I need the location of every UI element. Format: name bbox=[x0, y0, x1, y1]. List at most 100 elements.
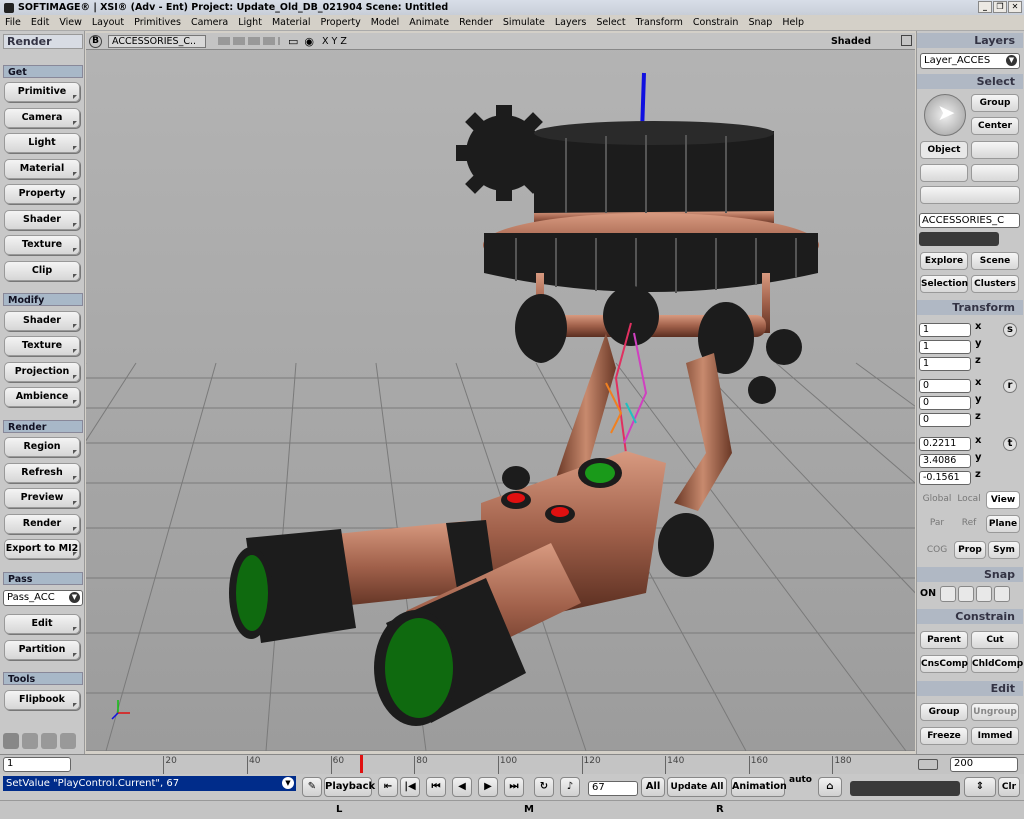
menu-property[interactable]: Property bbox=[316, 17, 366, 28]
snap-curve-icon[interactable] bbox=[958, 586, 974, 602]
view-options-icon[interactable] bbox=[218, 37, 280, 45]
scale-mode-icon[interactable]: s bbox=[1003, 323, 1017, 337]
light-button[interactable]: Light bbox=[4, 133, 80, 153]
cut-button[interactable]: Cut bbox=[971, 631, 1019, 649]
scale-x-field[interactable]: 1 bbox=[919, 323, 971, 337]
camera-letter[interactable]: B bbox=[89, 34, 102, 48]
loop-icon[interactable]: ↻ bbox=[534, 777, 554, 797]
preview-button[interactable]: Preview bbox=[4, 488, 80, 508]
current-frame-field[interactable]: 67 bbox=[588, 781, 638, 796]
timeline-end-field[interactable]: 200 bbox=[950, 757, 1018, 772]
simulate-toolbar-icon[interactable] bbox=[60, 733, 76, 749]
maximize-button[interactable]: ❐ bbox=[993, 1, 1007, 13]
select-filter-button[interactable] bbox=[920, 186, 1020, 204]
snap-grid-icon[interactable] bbox=[994, 586, 1010, 602]
rotate-x-field[interactable]: 0 bbox=[919, 379, 971, 393]
render-toolbar-icon[interactable] bbox=[41, 733, 57, 749]
menu-simulate[interactable]: Simulate bbox=[498, 17, 550, 28]
menu-select[interactable]: Select bbox=[591, 17, 630, 28]
menu-help[interactable]: Help bbox=[777, 17, 809, 28]
menu-material[interactable]: Material bbox=[267, 17, 316, 28]
timeline-range-icon[interactable] bbox=[918, 759, 938, 770]
shading-mode[interactable]: Shaded bbox=[831, 36, 871, 47]
maximize-view-icon[interactable] bbox=[901, 35, 912, 46]
snap-on-toggle[interactable]: ON bbox=[920, 588, 938, 599]
rotate-z-field[interactable]: 0 bbox=[919, 413, 971, 427]
step-back-icon[interactable]: ⏮ bbox=[426, 777, 446, 797]
projection-button[interactable]: Projection bbox=[4, 362, 80, 382]
ungroup-button[interactable]: Ungroup bbox=[971, 703, 1019, 721]
render-button[interactable]: Render bbox=[4, 514, 80, 534]
menu-camera[interactable]: Camera bbox=[186, 17, 233, 28]
translate-x-field[interactable]: 0.2211 bbox=[919, 437, 971, 451]
menu-transform[interactable]: Transform bbox=[631, 17, 688, 28]
menu-model[interactable]: Model bbox=[366, 17, 405, 28]
menu-snap[interactable]: Snap bbox=[743, 17, 777, 28]
play-backward-icon[interactable]: ◀ bbox=[452, 777, 472, 797]
chldcomp-button[interactable]: ChldComp bbox=[971, 655, 1023, 673]
toolbar-title[interactable]: Render bbox=[3, 34, 83, 49]
sym-button[interactable]: Sym bbox=[988, 541, 1020, 559]
clusters-button[interactable]: Clusters bbox=[971, 275, 1019, 293]
eye-icon[interactable]: ◉ bbox=[304, 35, 314, 48]
selection-button[interactable]: Selection bbox=[920, 275, 968, 293]
cnscomp-button[interactable]: CnsComp bbox=[920, 655, 968, 673]
par-ref-button[interactable]: Par bbox=[920, 518, 954, 528]
parent-button[interactable]: Parent bbox=[920, 631, 968, 649]
primitive-button[interactable]: Primitive bbox=[4, 82, 80, 102]
translate-y-field[interactable]: 3.4086 bbox=[919, 454, 971, 468]
camera-button[interactable]: Camera bbox=[4, 108, 80, 128]
translate-z-field[interactable]: -0.1561 bbox=[919, 471, 971, 485]
clr-button[interactable]: Clr bbox=[998, 777, 1020, 797]
rotate-y-field[interactable]: 0 bbox=[919, 396, 971, 410]
pass-edit-button[interactable]: Edit bbox=[4, 614, 80, 634]
minimize-button[interactable]: _ bbox=[978, 1, 992, 13]
all-button[interactable]: All bbox=[641, 777, 665, 797]
key-icon[interactable]: ⌂ bbox=[818, 777, 842, 797]
scale-z-field[interactable]: 1 bbox=[919, 357, 971, 371]
material-button[interactable]: Material bbox=[4, 159, 80, 179]
playback-button[interactable]: Playback bbox=[324, 777, 375, 797]
menu-view[interactable]: View bbox=[54, 17, 87, 28]
clip-button[interactable]: Clip bbox=[4, 261, 80, 281]
local-ref-button[interactable]: Local bbox=[954, 494, 984, 504]
menu-layout[interactable]: Layout bbox=[87, 17, 129, 28]
layer-select[interactable]: Layer_ACCES ▼ bbox=[920, 53, 1020, 69]
first-frame-icon[interactable]: ⇤ bbox=[378, 777, 398, 797]
timeline-playhead[interactable] bbox=[359, 755, 363, 773]
selection-name-field[interactable]: ACCESSORIES_C bbox=[919, 213, 1020, 228]
explore-button[interactable]: Explore bbox=[920, 252, 968, 270]
immed-button[interactable]: Immed bbox=[971, 727, 1019, 745]
refresh-button[interactable]: Refresh bbox=[4, 463, 80, 483]
close-button[interactable]: ✕ bbox=[1008, 1, 1022, 13]
timeline[interactable]: 1 20 40 60 80 100 120 140 160 180 200 bbox=[0, 754, 1024, 774]
timeline-start-field[interactable]: 1 bbox=[3, 757, 71, 772]
select-blank-button-3[interactable] bbox=[971, 164, 1019, 182]
menu-render[interactable]: Render bbox=[454, 17, 498, 28]
rotate-mode-icon[interactable]: r bbox=[1003, 379, 1017, 393]
selection-list-field[interactable] bbox=[919, 232, 999, 246]
script-editor-icon[interactable]: ✎ bbox=[302, 777, 322, 797]
command-line[interactable]: SetValue "PlayControl.Current", 67 bbox=[3, 776, 296, 791]
cog-button[interactable]: COG bbox=[920, 545, 954, 555]
menu-primitives[interactable]: Primitives bbox=[129, 17, 186, 28]
ref-ref-button[interactable]: Ref bbox=[954, 518, 984, 528]
scene-button[interactable]: Scene bbox=[971, 252, 1019, 270]
key-value-field[interactable] bbox=[850, 781, 960, 796]
key-arrows-icon[interactable]: ⇕ bbox=[964, 777, 996, 797]
xyz-axes-toggle[interactable]: X Y Z bbox=[322, 36, 347, 47]
auto-key-label[interactable]: auto bbox=[789, 775, 812, 785]
shader-button[interactable]: Shader bbox=[4, 210, 80, 230]
timeline-ruler[interactable]: 20 40 60 80 100 120 140 160 180 bbox=[84, 755, 916, 775]
pass-select[interactable]: Pass_ACC ▼ bbox=[3, 590, 83, 606]
property-button[interactable]: Property bbox=[4, 184, 80, 204]
region-button[interactable]: Region bbox=[4, 437, 80, 457]
scale-y-field[interactable]: 1 bbox=[919, 340, 971, 354]
menu-file[interactable]: File bbox=[0, 17, 26, 28]
camera-icon[interactable]: ▭ bbox=[288, 35, 298, 48]
view-ref-button[interactable]: View bbox=[986, 491, 1020, 509]
select-center-button[interactable]: Center bbox=[971, 117, 1019, 135]
select-object-button[interactable]: Object bbox=[920, 141, 968, 159]
snap-surface-icon[interactable] bbox=[976, 586, 992, 602]
ambience-button[interactable]: Ambience bbox=[4, 387, 80, 407]
